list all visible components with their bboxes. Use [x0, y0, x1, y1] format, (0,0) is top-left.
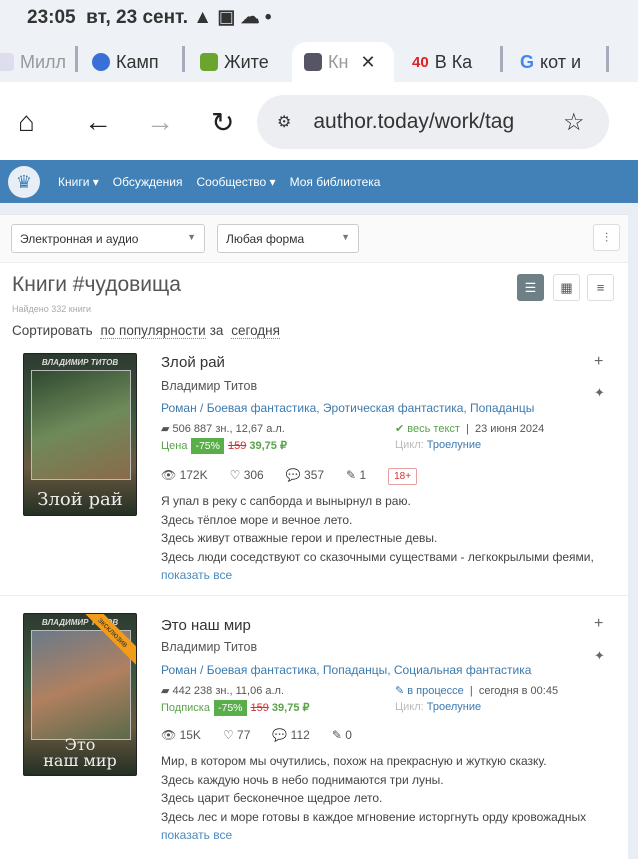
address-bar[interactable]: ⚙ author.today/work/tag	[257, 95, 609, 149]
tab-label: Милл	[20, 51, 67, 72]
tab-separator	[500, 46, 503, 72]
book-title[interactable]: Злой рай	[161, 354, 225, 371]
browser-tab-strip: Милл Камп Жите Кн ✕ 40 В Ка Gкот и	[0, 36, 638, 82]
book-author[interactable]: Владимир Титов	[161, 640, 257, 654]
comments-stat: 💬 357	[285, 468, 325, 482]
tab-label: В Ка	[434, 51, 473, 72]
tab-4[interactable]: 40 В Ка	[412, 42, 472, 82]
sort-period-link[interactable]: сегодня	[231, 323, 280, 339]
sparkles-icon[interactable]: ✦	[594, 385, 605, 401]
url-text: author.today/work/tag	[313, 110, 515, 133]
tab-0[interactable]: Милл	[0, 42, 66, 82]
show-all-link[interactable]: показать все	[161, 566, 594, 585]
filter-settings-icon[interactable]: ⫶	[593, 224, 620, 251]
add-to-library-icon[interactable]: +	[594, 615, 603, 633]
forward-icon[interactable]: →	[146, 106, 174, 138]
book-size: ▰ 506 887 зн., 12,67 а.л.	[161, 423, 285, 435]
bookmark-star-icon[interactable]: ☆	[563, 108, 585, 137]
view-grid-icon[interactable]: ▦	[553, 274, 580, 301]
sort-by-link[interactable]: по популярности	[100, 323, 206, 339]
close-tab-icon[interactable]: ✕	[360, 52, 375, 73]
tab-5[interactable]: Gкот и	[520, 42, 581, 82]
book-price[interactable]: Подписка -75% 159 39,75 ₽	[161, 700, 310, 716]
book-title[interactable]: Это наш мир	[161, 617, 251, 634]
views-stat: 👁 172K	[161, 468, 208, 482]
status-bar: 23:05 вт, 23 сент. ▲ ▣ ☁ •	[0, 0, 638, 36]
nav-books[interactable]: Книги ▾	[58, 175, 99, 189]
tab-separator	[182, 46, 185, 72]
cycle-link[interactable]: Троелуние	[427, 701, 481, 713]
site-nav: ♛ Книги ▾ Обсуждения Сообщество ▾ Моя би…	[0, 160, 638, 203]
tab-label: Камп	[116, 51, 159, 72]
google-icon: G	[520, 51, 535, 72]
book-cycle: Цикл: Троелуние	[395, 439, 482, 451]
age-rating-badge: 18+	[388, 468, 418, 485]
status-time: 23:05 вт, 23 сент. ▲ ▣ ☁ •	[27, 7, 272, 28]
awards-stat: ✎ 1	[346, 468, 367, 482]
home-icon[interactable]: ⌂	[18, 106, 35, 138]
page-title: Книги #чудовища	[12, 273, 181, 296]
book-stats: 👁 15K ♡ 77 💬 112 ✎ 0	[161, 728, 352, 742]
likes-stat: ♡ 77	[222, 728, 251, 742]
favicon-icon	[200, 53, 218, 71]
tab-active[interactable]: Кн ✕	[292, 42, 394, 82]
views-stat: 👁 15K	[161, 728, 201, 742]
format-select[interactable]: Электронная и аудио ▼	[11, 224, 205, 253]
tab-separator	[606, 46, 609, 72]
book-status: ✎ в процессе | сегодня в 00:45	[395, 685, 559, 697]
likes-stat: ♡ 306	[229, 468, 264, 482]
comments-stat: 💬 112	[272, 728, 310, 742]
book-price[interactable]: Цена -75% 159 39,75 ₽	[161, 438, 287, 454]
tab-label: Кн	[328, 51, 349, 72]
book-annotation: Я упал в реку с сапборда и вынырнул в ра…	[161, 492, 594, 585]
favicon-icon	[0, 53, 14, 71]
chevron-down-icon: ▼	[187, 232, 196, 242]
favicon-icon	[304, 53, 322, 71]
tab-label: Жите	[224, 51, 269, 72]
nav-my-library[interactable]: Моя библиотека	[290, 175, 381, 189]
book-stats: 👁 172K ♡ 306 💬 357 ✎ 1 18+	[161, 468, 418, 485]
nav-community[interactable]: Сообщество ▾	[197, 175, 276, 189]
tab-1[interactable]: Камп	[92, 42, 159, 82]
tab-2[interactable]: Жите	[200, 42, 269, 82]
book-annotation: Мир, в котором мы очутились, похож на пр…	[161, 752, 586, 845]
form-select[interactable]: Любая форма ▼	[217, 224, 359, 253]
tab-label: кот и	[540, 51, 582, 72]
book-cover[interactable]: ВЛАДИМИР ТИТОВ Злой рай	[23, 353, 137, 516]
book-size: ▰ 442 238 зн., 11,06 а.л.	[161, 685, 285, 697]
nav-discussions[interactable]: Обсуждения	[113, 175, 183, 189]
chevron-down-icon: ▼	[341, 232, 350, 242]
book-genres[interactable]: Роман / Боевая фантастика, Эротическая ф…	[161, 401, 534, 415]
show-all-link[interactable]: показать все	[161, 826, 586, 845]
favicon-icon	[92, 53, 110, 71]
view-compact-icon[interactable]: ≡	[587, 274, 614, 301]
add-to-library-icon[interactable]: +	[594, 353, 603, 371]
sparkles-icon[interactable]: ✦	[594, 648, 605, 664]
results-count: Найдено 332 книги	[12, 304, 92, 314]
book-author[interactable]: Владимир Титов	[161, 379, 257, 393]
site-logo-icon[interactable]: ♛	[8, 165, 40, 198]
awards-stat: ✎ 0	[331, 728, 352, 742]
book-cover[interactable]: ВЛАДИМИР ТИТОВ Это наш мир эксклюзив	[23, 613, 137, 776]
back-icon[interactable]: ←	[84, 106, 112, 138]
filters-bar: Электронная и аудио ▼ Любая форма ▼ ⫶	[0, 215, 628, 263]
cycle-link[interactable]: Троелуние	[427, 439, 481, 451]
favicon-icon: 40	[412, 53, 429, 71]
browser-toolbar: ⌂ ← → ↻ ⚙ author.today/work/tag ☆	[0, 82, 638, 160]
reload-icon[interactable]: ↻	[211, 106, 234, 139]
book-cycle: Цикл: Троелуние	[395, 701, 482, 713]
divider	[0, 595, 628, 596]
content-panel: Электронная и аудио ▼ Любая форма ▼ ⫶ Книг…	[0, 214, 628, 859]
view-list-icon[interactable]: ☰	[517, 274, 544, 301]
book-genres[interactable]: Роман / Боевая фантастика, Попаданцы, Со…	[161, 663, 531, 677]
tab-separator	[75, 46, 78, 72]
site-settings-icon[interactable]: ⚙	[277, 112, 291, 132]
book-status: ✔ весь текст | 23 июня 2024	[395, 423, 545, 435]
sort-row: Сортировать по популярности за сегодня	[12, 323, 280, 339]
